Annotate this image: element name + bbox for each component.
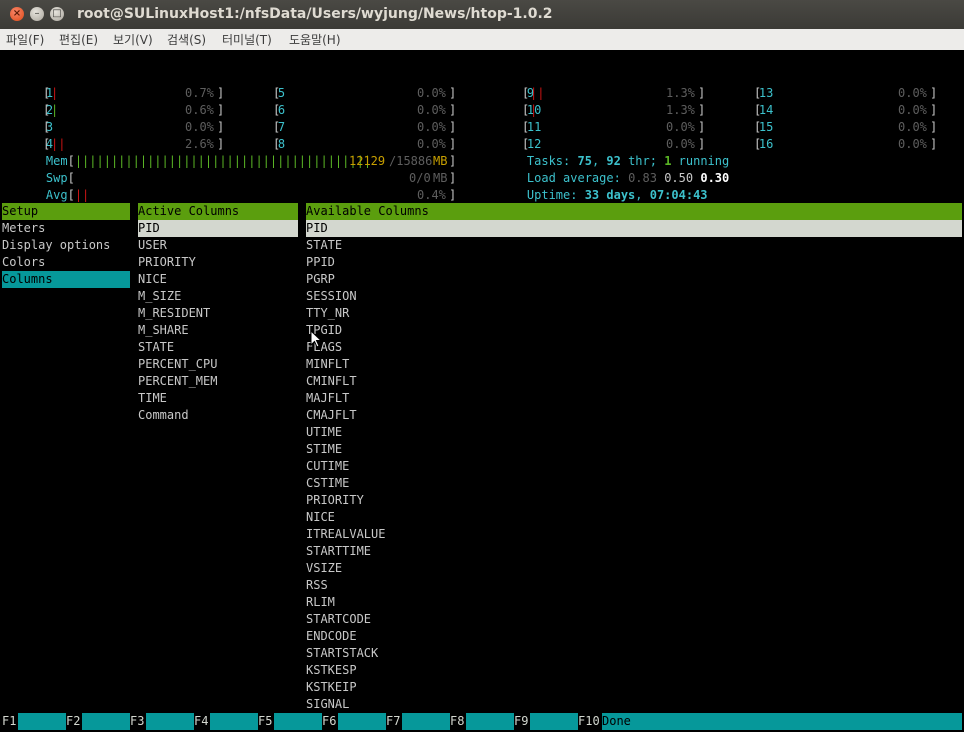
- available-column-item[interactable]: SIGNAL: [306, 696, 349, 713]
- available-column-item[interactable]: NICE: [306, 509, 335, 526]
- fkey-f6[interactable]: F6: [322, 713, 336, 730]
- active-column-pid[interactable]: PID: [138, 220, 298, 237]
- available-column-item[interactable]: RLIM: [306, 594, 335, 611]
- active-column-item[interactable]: PERCENT_CPU: [138, 356, 217, 373]
- fkey-f1-label[interactable]: [18, 713, 66, 730]
- active-columns-header: Active Columns: [138, 203, 298, 220]
- active-column-item[interactable]: PRIORITY: [138, 254, 196, 271]
- cpu-meter-16: 16[0.0%]: [754, 137, 938, 151]
- menu-help[interactable]: 도움말(H): [289, 31, 341, 48]
- menu-file[interactable]: 파일(F): [6, 31, 44, 48]
- fkey-f10-done-label[interactable]: Done: [602, 713, 962, 730]
- active-column-item[interactable]: M_SHARE: [138, 322, 189, 339]
- window-titlebar: × – □ root@SULinuxHost1:/nfsData/Users/w…: [0, 0, 964, 29]
- available-column-item[interactable]: RSS: [306, 577, 328, 594]
- active-column-item[interactable]: PERCENT_MEM: [138, 373, 217, 390]
- menu-bar: 파일(F) 편집(E) 보기(V) 검색(S) 터미널(T) 도움말(H): [0, 29, 964, 50]
- active-column-item[interactable]: NICE: [138, 271, 167, 288]
- fkey-f2[interactable]: F2: [66, 713, 80, 730]
- available-column-item[interactable]: MINFLT: [306, 356, 349, 373]
- fkey-f4-label[interactable]: [210, 713, 258, 730]
- fkey-f3-label[interactable]: [146, 713, 194, 730]
- available-column-item[interactable]: CMAJFLT: [306, 407, 357, 424]
- fkey-f7[interactable]: F7: [386, 713, 400, 730]
- fkey-f1[interactable]: F1: [2, 713, 16, 730]
- active-column-item[interactable]: M_SIZE: [138, 288, 181, 305]
- setup-item-display-options[interactable]: Display options: [2, 237, 110, 254]
- available-column-pid[interactable]: PID: [306, 220, 962, 237]
- terminal[interactable]: 1[| 0.7%] 2[| 0.6%] 3[0.0%] 4[|| 2.6%] 5[0.…: [0, 50, 964, 732]
- available-column-item[interactable]: KSTKEIP: [306, 679, 357, 696]
- setup-item-columns[interactable]: Columns: [2, 271, 130, 288]
- menu-terminal[interactable]: 터미널(T): [222, 31, 272, 48]
- available-column-item[interactable]: STARTSTACK: [306, 645, 378, 662]
- fkey-f6-label[interactable]: [338, 713, 386, 730]
- fkey-f9-label[interactable]: [530, 713, 578, 730]
- fkey-f2-label[interactable]: [82, 713, 130, 730]
- available-column-item[interactable]: STARTTIME: [306, 543, 371, 560]
- available-column-item[interactable]: STIME: [306, 441, 342, 458]
- available-column-item[interactable]: TTY_NR: [306, 305, 349, 322]
- fkey-f9[interactable]: F9: [514, 713, 528, 730]
- fkey-f5[interactable]: F5: [258, 713, 272, 730]
- available-column-item[interactable]: ITREALVALUE: [306, 526, 385, 543]
- active-column-item[interactable]: TIME: [138, 390, 167, 407]
- fkey-f4[interactable]: F4: [194, 713, 208, 730]
- menu-search[interactable]: 검색(S): [167, 31, 206, 48]
- menu-edit[interactable]: 편집(E): [59, 31, 98, 48]
- setup-header: Setup: [2, 203, 130, 220]
- available-column-item[interactable]: CSTIME: [306, 475, 349, 492]
- active-column-item[interactable]: STATE: [138, 339, 174, 356]
- close-icon[interactable]: ×: [10, 7, 24, 21]
- fkey-f10[interactable]: F10: [578, 713, 600, 730]
- available-column-item[interactable]: PGRP: [306, 271, 335, 288]
- available-column-item[interactable]: STATE: [306, 237, 342, 254]
- available-column-item[interactable]: SESSION: [306, 288, 357, 305]
- available-column-item[interactable]: MAJFLT: [306, 390, 349, 407]
- available-column-item[interactable]: PRIORITY: [306, 492, 364, 509]
- available-column-item[interactable]: STARTCODE: [306, 611, 371, 628]
- setup-item-colors[interactable]: Colors: [2, 254, 45, 271]
- available-column-item[interactable]: PPID: [306, 254, 335, 271]
- minimize-icon[interactable]: –: [30, 7, 44, 21]
- fkey-f3[interactable]: F3: [130, 713, 144, 730]
- available-columns-header: Available Columns: [306, 203, 962, 220]
- active-column-item[interactable]: USER: [138, 237, 167, 254]
- available-column-item[interactable]: KSTKESP: [306, 662, 357, 679]
- available-column-item[interactable]: CUTIME: [306, 458, 349, 475]
- active-column-item[interactable]: Command: [138, 407, 189, 424]
- fkey-f7-label[interactable]: [402, 713, 450, 730]
- available-column-item[interactable]: ENDCODE: [306, 628, 357, 645]
- setup-item-meters[interactable]: Meters: [2, 220, 45, 237]
- function-key-bar: F1 F2 F3 F4 F5 F6 F7 F8 F9 F10 Done: [0, 713, 964, 730]
- maximize-icon[interactable]: □: [50, 7, 64, 21]
- available-column-item[interactable]: VSIZE: [306, 560, 342, 577]
- mouse-pointer-icon: [310, 330, 322, 348]
- fkey-f8-label[interactable]: [466, 713, 514, 730]
- menu-view[interactable]: 보기(V): [113, 31, 153, 48]
- available-column-item[interactable]: UTIME: [306, 424, 342, 441]
- fkey-f5-label[interactable]: [274, 713, 322, 730]
- available-column-item[interactable]: CMINFLT: [306, 373, 357, 390]
- fkey-f8[interactable]: F8: [450, 713, 464, 730]
- window-title: root@SULinuxHost1:/nfsData/Users/wyjung/…: [77, 6, 553, 22]
- active-column-item[interactable]: M_RESIDENT: [138, 305, 210, 322]
